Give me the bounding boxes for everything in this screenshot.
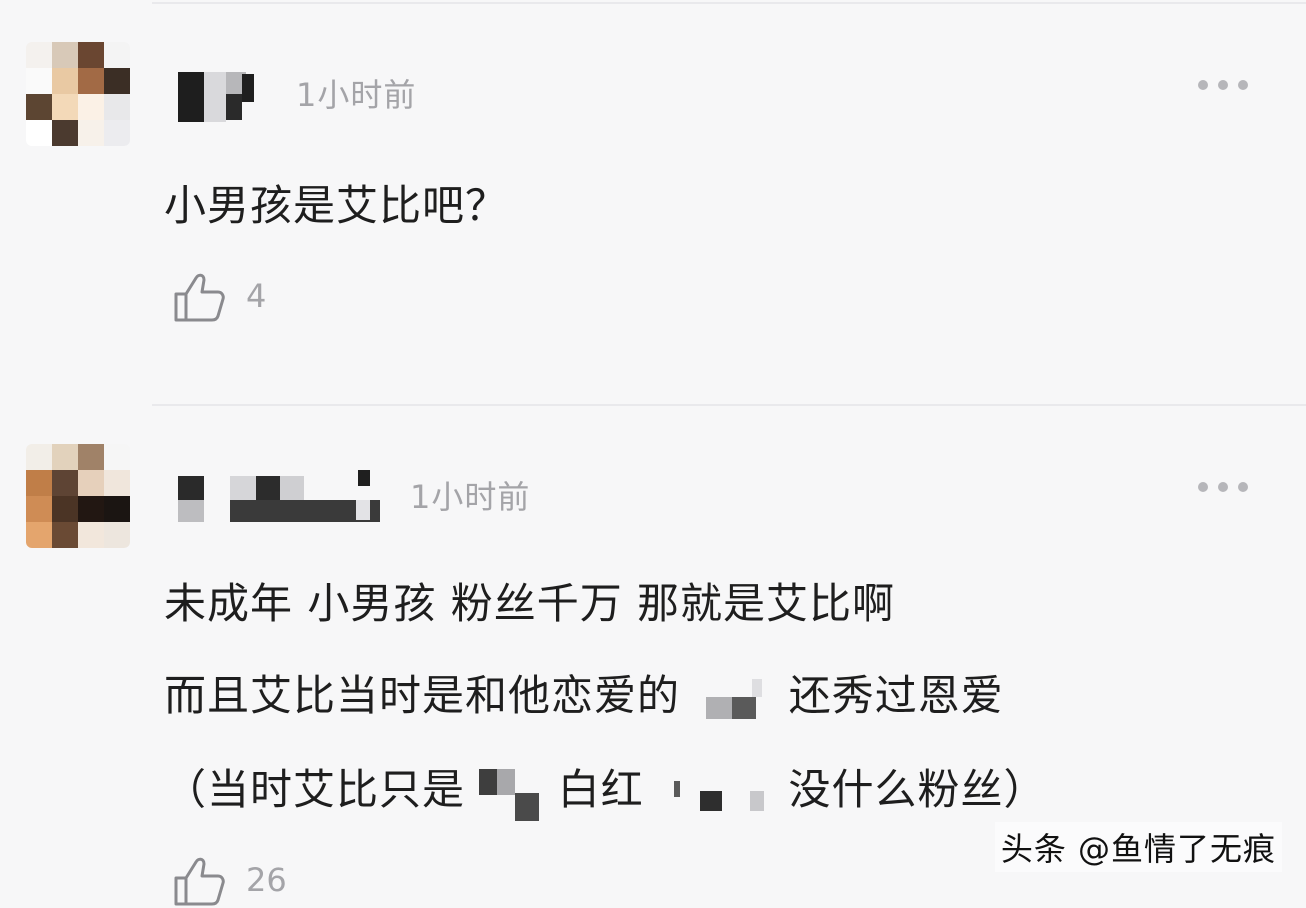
more-options-button[interactable] — [1198, 80, 1248, 90]
like-button[interactable]: 26 — [172, 852, 287, 908]
comment-text-segment: 没什么粉丝） — [788, 765, 1047, 814]
redaction-mosaic — [479, 763, 543, 823]
ellipsis-icon — [1198, 482, 1208, 492]
ellipsis-icon — [1198, 80, 1208, 90]
like-button[interactable]: 4 — [172, 268, 266, 324]
ellipsis-dot — [1238, 80, 1248, 90]
ellipsis-dot — [1218, 80, 1228, 90]
comment-text-line-3: （当时艾比只是 白红 没什么粉丝） — [164, 756, 1046, 823]
redaction-mosaic — [674, 773, 774, 813]
thumbs-up-icon — [174, 857, 225, 906]
redaction-mosaic — [706, 678, 763, 719]
more-options-button[interactable] — [1198, 482, 1248, 492]
comment-text-segment: （当时艾比只是 — [164, 765, 466, 814]
comment-text: 小男孩是艾比吧？ — [164, 181, 509, 230]
comment-time: 1小时前 — [296, 76, 417, 114]
comment-text-segment: 还秀过恩爱 — [788, 671, 1004, 720]
watermark: 头条 @鱼情了无痕 — [994, 822, 1282, 872]
comment-time: 1小时前 — [410, 478, 531, 516]
ellipsis-dot — [1218, 482, 1228, 492]
comment-text-line-1: 未成年 小男孩 粉丝千万 那就是艾比啊 — [164, 579, 896, 628]
comment-text-segment: 白红 — [557, 765, 644, 814]
thumbs-up-icon — [174, 273, 225, 322]
comment-divider — [152, 404, 1306, 406]
username-mosaic[interactable] — [178, 68, 278, 122]
comment-text-line-2: 而且艾比当时是和他恋爱的 还秀过恩爱 — [164, 662, 1004, 723]
avatar[interactable] — [26, 42, 130, 146]
avatar[interactable] — [26, 444, 130, 548]
like-count: 26 — [246, 861, 287, 899]
like-count: 4 — [246, 277, 267, 315]
username-mosaic[interactable] — [178, 470, 398, 522]
comment-text-segment: 而且艾比当时是和他恋爱的 — [164, 671, 681, 720]
top-divider — [152, 2, 1306, 4]
ellipsis-dot — [1238, 482, 1248, 492]
